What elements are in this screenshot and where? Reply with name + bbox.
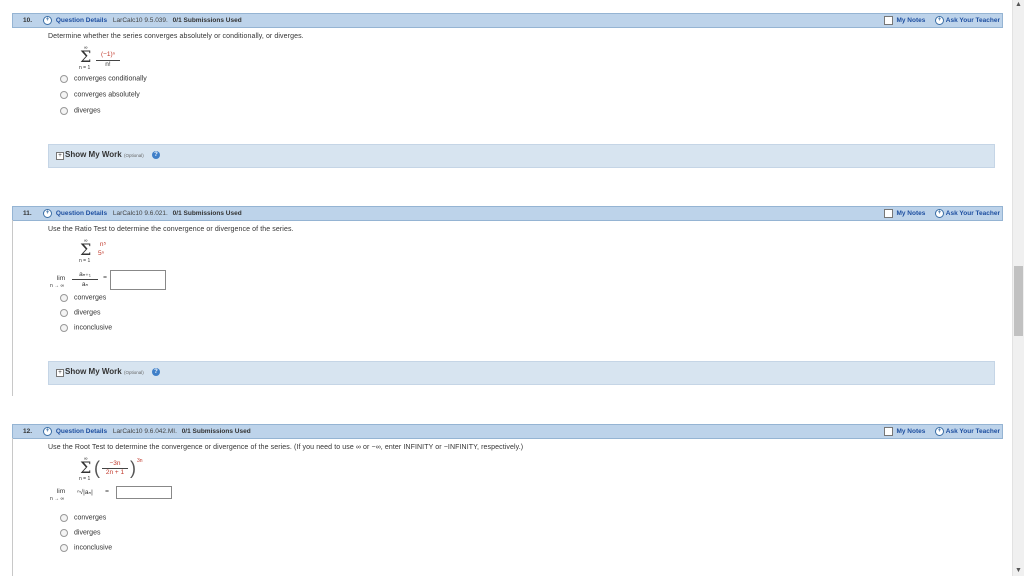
series-expression: ∞ Σ n = 1 (−1)ⁿ n! (78, 45, 158, 75)
term-denominator: 5ⁿ (98, 250, 104, 257)
radio-button[interactable] (60, 294, 68, 302)
question-prompt: Use the Root Test to determine the conve… (48, 444, 524, 451)
term-numerator: (−1)ⁿ (100, 51, 116, 58)
series-expression: ∞ Σ n = 1 ( −3n 2n + 1 ) 3n (79, 456, 143, 482)
option-converges[interactable]: converges (60, 514, 106, 522)
sum-lower-limit: n = 1 (79, 65, 91, 71)
ask-teacher-link[interactable]: Ask Your Teacher (946, 428, 1000, 435)
term-denominator: n! (105, 61, 111, 68)
lim-label: lim (56, 488, 66, 495)
assignment-page: 10. + Question Details LarCalc10 9.5.039… (0, 0, 1013, 576)
scroll-up-arrow-icon[interactable]: ▲ (1013, 0, 1024, 10)
radio-button[interactable] (60, 324, 68, 332)
question-number: 11. (23, 210, 32, 217)
my-notes-checkbox[interactable] (883, 15, 893, 25)
option-inconclusive[interactable]: inconclusive (60, 324, 112, 332)
show-my-work-panel[interactable]: + Show My Work (Optional) ? (48, 144, 995, 168)
question-header: 10. + Question Details LarCalc10 9.5.039… (12, 13, 1003, 28)
question-header: 11. + Question Details LarCalc10 9.6.021… (12, 206, 1003, 221)
my-notes-link[interactable]: My Notes (896, 210, 925, 217)
option-diverges[interactable]: diverges (60, 309, 100, 317)
expand-icon[interactable]: + (56, 369, 64, 377)
question-12: 12. + Question Details LarCalc10 9.6.042… (12, 424, 1003, 576)
question-header: 12. + Question Details LarCalc10 9.6.042… (12, 424, 1003, 439)
lim-subscript: n → ∞ (50, 496, 65, 502)
ask-teacher-link[interactable]: Ask Your Teacher (946, 210, 1000, 217)
question-prompt: Use the Ratio Test to determine the conv… (48, 226, 294, 233)
question-10: 10. + Question Details LarCalc10 9.5.039… (12, 13, 1003, 183)
question-source: LarCalc10 9.5.039. (112, 17, 168, 24)
radio-button[interactable] (60, 529, 68, 537)
expand-icon[interactable]: + (56, 152, 64, 160)
root-limit-expression: lim n → ∞ ⁿ√|aₙ| = (50, 486, 190, 506)
question-prompt: Determine whether the series converges a… (48, 33, 304, 40)
show-my-work-label: Show My Work (65, 367, 122, 376)
question-source: LarCalc10 9.6.042.MI. (112, 428, 177, 435)
vertical-scrollbar[interactable]: ▲ ▼ (1012, 0, 1024, 576)
sum-lower-limit: n = 1 (79, 258, 91, 264)
limit-answer-input[interactable] (110, 270, 166, 290)
lim-subscript: n → ∞ (50, 283, 65, 289)
option-diverges[interactable]: diverges (60, 107, 100, 115)
submissions-used: 0/1 Submissions Used (181, 428, 251, 435)
my-notes-checkbox[interactable] (883, 426, 893, 436)
ask-teacher-icon[interactable]: + (934, 15, 944, 25)
option-diverges[interactable]: diverges (60, 529, 100, 537)
radio-button[interactable] (60, 514, 68, 522)
sigma-symbol: Σ (80, 240, 92, 259)
radio-button[interactable] (60, 91, 68, 99)
optional-label: (Optional) (123, 370, 144, 375)
my-notes-checkbox[interactable] (883, 208, 893, 218)
lim-label: lim (56, 275, 66, 282)
limit-answer-input[interactable] (116, 486, 172, 499)
question-11: 11. + Question Details LarCalc10 9.6.021… (12, 206, 1003, 396)
term-numerator: −3n (109, 460, 121, 467)
radio-button[interactable] (60, 75, 68, 83)
question-number: 10. (23, 17, 33, 24)
scroll-down-arrow-icon[interactable]: ▼ (1013, 566, 1024, 576)
expand-details-icon[interactable]: + (43, 15, 52, 25)
option-converges-conditionally[interactable]: converges conditionally (60, 75, 147, 83)
question-details-link[interactable]: Question Details (56, 428, 107, 435)
submissions-used: 0/1 Submissions Used (172, 210, 242, 217)
sigma-symbol: Σ (80, 47, 92, 66)
radio-button[interactable] (60, 107, 68, 115)
scroll-thumb[interactable] (1014, 266, 1023, 336)
equals-sign: = (103, 274, 107, 281)
expand-details-icon[interactable]: + (43, 208, 52, 218)
expand-details-icon[interactable]: + (43, 426, 52, 436)
radio-button[interactable] (60, 309, 68, 317)
help-icon[interactable]: ? (152, 368, 160, 376)
show-my-work-label: Show My Work (65, 150, 122, 159)
ratio-limit-expression: lim n → ∞ aₙ₊₁ aₙ = (50, 270, 190, 294)
radio-button[interactable] (60, 544, 68, 552)
sum-lower-limit: n = 1 (79, 476, 91, 482)
help-icon[interactable]: ? (152, 151, 160, 159)
show-my-work-panel[interactable]: + Show My Work (Optional) ? (48, 361, 995, 385)
ratio-denominator: aₙ (81, 281, 89, 288)
my-notes-link[interactable]: My Notes (896, 17, 925, 24)
option-inconclusive[interactable]: inconclusive (60, 544, 112, 552)
my-notes-link[interactable]: My Notes (896, 428, 925, 435)
question-number: 12. (23, 428, 33, 435)
equals-sign: = (105, 488, 109, 495)
option-converges-absolutely[interactable]: converges absolutely (60, 91, 140, 99)
ratio-numerator: aₙ₊₁ (79, 271, 91, 278)
series-expression: ∞ Σ n = 1 n⁵ 5ⁿ (78, 238, 158, 268)
root-expression: ⁿ√|aₙ| (77, 489, 93, 496)
term-denominator: 2n + 1 (105, 469, 125, 476)
term-exponent: 3n (137, 458, 143, 464)
question-source: LarCalc10 9.6.021. (112, 210, 168, 217)
option-converges[interactable]: converges (60, 294, 106, 302)
term-numerator: n⁵ (99, 241, 107, 248)
optional-label: (Optional) (123, 153, 144, 158)
question-details-link[interactable]: Question Details (56, 17, 107, 24)
sigma-symbol: Σ (80, 458, 92, 477)
ask-teacher-link[interactable]: Ask Your Teacher (946, 17, 1000, 24)
ask-teacher-icon[interactable]: + (934, 426, 944, 436)
ask-teacher-icon[interactable]: + (934, 208, 944, 218)
question-details-link[interactable]: Question Details (56, 210, 107, 217)
submissions-used: 0/1 Submissions Used (172, 17, 242, 24)
